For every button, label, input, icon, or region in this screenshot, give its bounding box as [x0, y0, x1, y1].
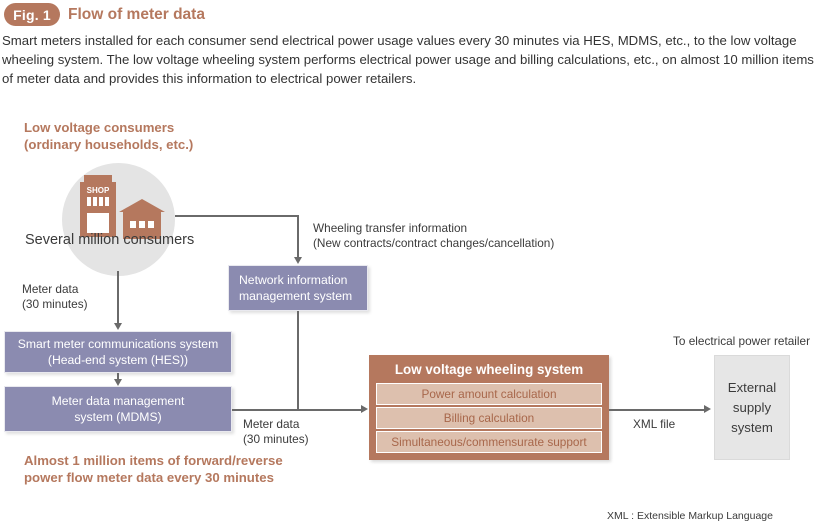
connector-network-to-trunk	[297, 311, 299, 410]
arrow-into-wheeling-system	[361, 405, 368, 413]
network-information-management-system-box[interactable]: Network information management system	[228, 265, 368, 311]
smart-meter-communications-system-box[interactable]: Smart meter communications system (Head-…	[4, 331, 232, 373]
figure-description: Smart meters installed for each consumer…	[2, 33, 814, 86]
connector-mdms-to-wheeling-system	[232, 409, 362, 411]
wheeling-system-title: Low voltage wheeling system	[394, 362, 584, 377]
connector-wheeling-to-external	[609, 409, 705, 411]
arrow-into-external-supply-system	[704, 405, 711, 413]
shop-building-icon: SHOP	[80, 175, 116, 237]
arrow-into-network-box	[293, 257, 302, 264]
low-voltage-consumers-label: Low voltage consumers (ordinary househol…	[24, 120, 194, 152]
wheeling-transfer-information-label: Wheeling transfer information (New contr…	[313, 221, 555, 250]
connector-consumers-to-hes-vertical	[117, 271, 119, 323]
several-million-consumers-label: Several million consumers	[25, 232, 195, 248]
arrow-into-mdms-box	[113, 379, 122, 386]
meter-data-left-label: Meter data (30 minutes)	[22, 282, 88, 311]
wheeling-item-billing-calculation[interactable]: Billing calculation	[376, 407, 602, 429]
figure-root: Fig. 1 Flow of meter data Smart meters i…	[0, 0, 820, 526]
wheeling-item-simultaneous-commensurate-support[interactable]: Simultaneous/commensurate support	[376, 431, 602, 453]
arrow-into-hes-box	[113, 323, 122, 330]
footnote-xml-definition: XML : Extensible Markup Language	[607, 510, 773, 522]
xml-file-label: XML file	[633, 417, 676, 431]
meter-data-management-system-box[interactable]: Meter data management system (MDMS)	[4, 386, 232, 432]
to-electrical-power-retailer-label: To electrical power retailer	[673, 334, 811, 348]
connector-consumers-to-network-horizontal	[175, 215, 299, 217]
meter-data-mid-label: Meter data (30 minutes)	[243, 417, 309, 446]
figure-number-badge: Fig. 1	[4, 3, 60, 26]
wheeling-item-power-amount-calculation[interactable]: Power amount calculation	[376, 383, 602, 405]
svg-text:SHOP: SHOP	[87, 186, 110, 195]
external-supply-system-box[interactable]: External supply system	[714, 355, 790, 460]
connector-consumers-to-network-vertical	[297, 215, 299, 257]
almost-one-million-items-label: Almost 1 million items of forward/revers…	[24, 453, 283, 485]
figure-title: Flow of meter data	[68, 6, 205, 23]
low-voltage-wheeling-system-box[interactable]: Low voltage wheeling system Power amount…	[369, 355, 609, 460]
